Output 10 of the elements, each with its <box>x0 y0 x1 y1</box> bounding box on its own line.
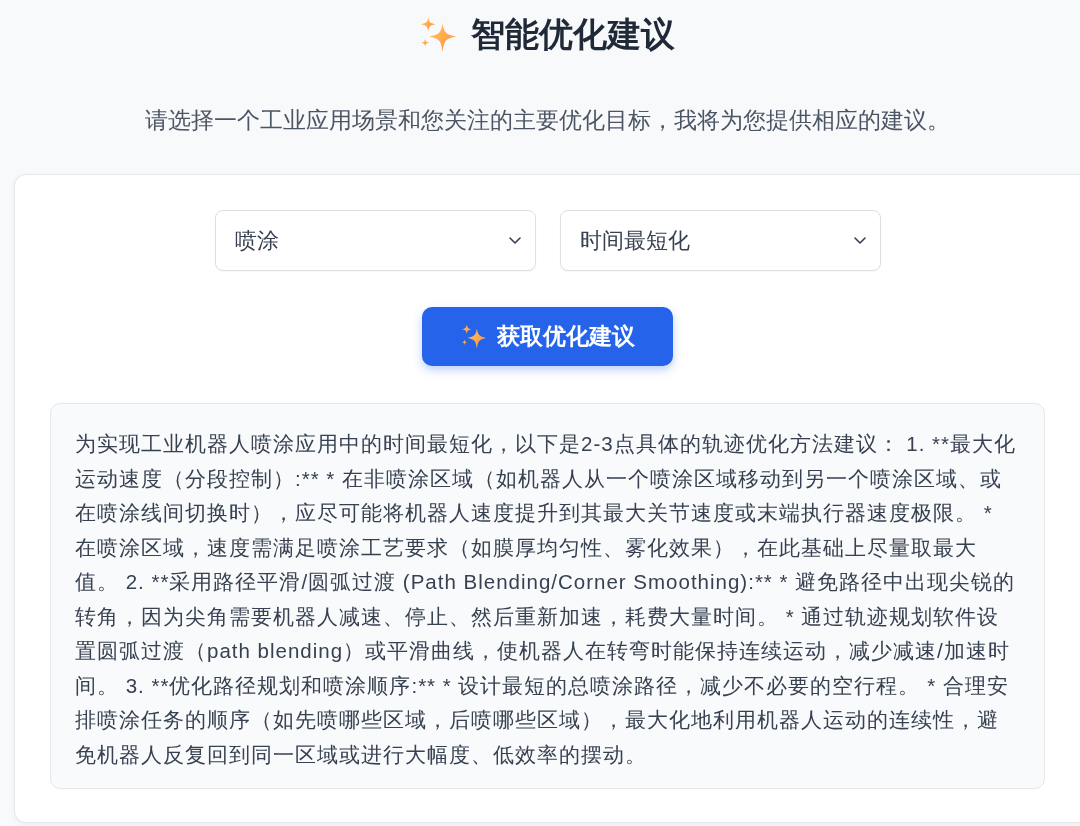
page-title: 智能优化建议 <box>470 14 675 55</box>
dropdown-select[interactable]: 喷涂 <box>214 210 536 271</box>
get-suggestions-button[interactable]: 获取优化建议 <box>422 307 673 366</box>
chevron-down-icon <box>853 237 866 244</box>
chevron-down-icon <box>508 237 521 244</box>
sparkle-icon <box>419 16 457 52</box>
page-subtitle: 请选择一个工业应用场景和您关注的主要优化目标，我将为您提供相应的建议。 <box>143 107 951 135</box>
sparkle-icon <box>460 324 487 349</box>
dropdown-select[interactable]: 时间最短化 <box>559 210 881 271</box>
suggestion-text: 为实现工业机器人喷涂应用中的时间最短化，以下是2-3点具体的轨迹优化方法建议： 1. **最大化运动速度（分段控制）:** * 在非喷涂区域（如机器人从一个喷涂区域移动到另一个喷涂区域、或在喷涂线间切换时），应尽可能将机器人速度提升到其最大关节速度或末端执行器速度极限。 * 在喷涂区域，速度需满足喷涂工艺要求（如膜厚均匀性、雾化效果），在此基础上尽量取最大值。 2. **采用路径平滑/圆弧过渡 (Path Blending/Corner Smoothing):** * 避免路径中出现尖锐的转角，因为尖角需要机器人减速、停止、然后重新加速，耗费大量时间。 * 通过轨迹规划软件设置圆弧过渡（path blending）或平滑曲线，使机器人在转弯时能保持连续运动，减少减速/加速时间。 3. **优化路径规划和喷涂顺序:** * 设计最短的总喷涂路径，减少不必要的空行程。 * 合理安排喷涂任务的顺序（如先喷哪些区域，后喷哪些区域），最大化地利用机器人运动的连续性，避免机器人反复回到同一区域或进行大幅度、低效率的摆动。 <box>75 431 1018 768</box>
